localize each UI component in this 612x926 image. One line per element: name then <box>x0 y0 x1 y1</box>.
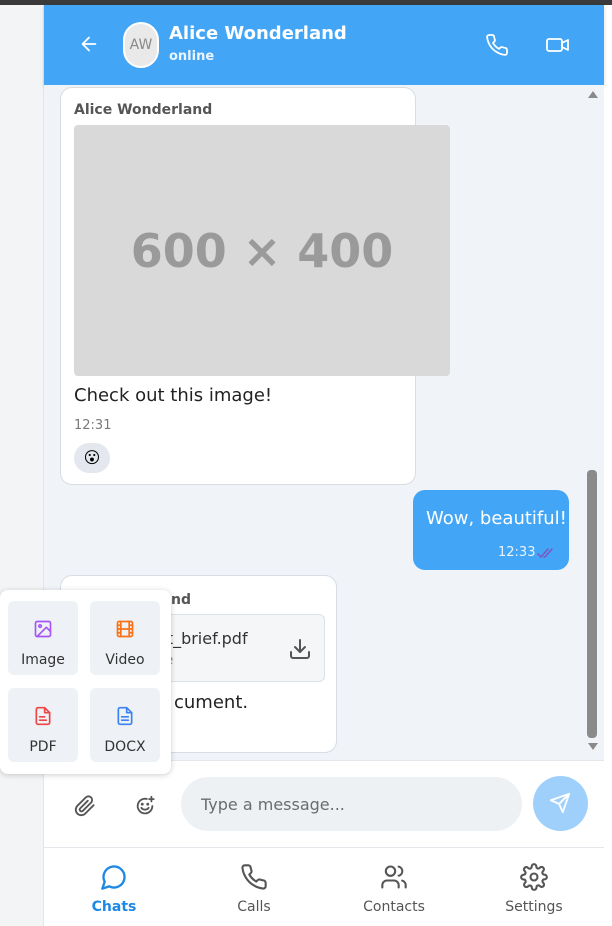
pdf-file-icon <box>35 706 51 726</box>
users-icon <box>381 865 407 889</box>
film-icon <box>116 620 134 638</box>
message-text: Wow, beautiful! <box>426 508 567 529</box>
attachment-menu: Image Video PDF DOCX <box>0 590 171 774</box>
attach-label: Image <box>21 652 65 668</box>
attach-label: PDF <box>29 739 57 755</box>
arrow-left-icon[interactable] <box>78 33 100 55</box>
nav-label: Settings <box>505 899 563 915</box>
scroll-thumb[interactable] <box>587 470 597 738</box>
page-background <box>0 5 43 926</box>
message-input[interactable] <box>181 777 522 831</box>
contact-name: Alice Wonderland <box>169 23 347 44</box>
send-button[interactable] <box>533 776 588 831</box>
attach-video-button[interactable]: Video <box>90 601 160 675</box>
attach-label: Video <box>105 652 145 668</box>
double-check-icon <box>537 548 553 558</box>
doc-file-icon <box>117 706 133 726</box>
video-camera-icon[interactable] <box>545 33 571 57</box>
attach-label: DOCX <box>104 739 146 755</box>
chat-header: AW Alice Wonderland online <box>44 5 604 85</box>
attach-pdf-button[interactable]: PDF <box>8 688 78 762</box>
phone-icon <box>241 864 267 890</box>
scroll-down-arrow[interactable] <box>588 743 598 750</box>
message-text: Check out this image! <box>74 385 273 406</box>
contact-status: online <box>169 49 215 64</box>
gear-icon <box>520 863 548 891</box>
message-image[interactable]: 600 × 400 <box>74 125 450 376</box>
nav-item-settings[interactable]: Settings <box>464 848 604 926</box>
paperclip-icon[interactable] <box>74 795 96 817</box>
incoming-message: Alice Wonderland 600 × 400 Check out thi… <box>60 87 450 485</box>
attach-docx-button[interactable]: DOCX <box>90 688 160 762</box>
file-name: ct_brief.pdf <box>158 629 248 648</box>
nav-label: Chats <box>91 899 137 915</box>
nav-label: Contacts <box>363 899 425 915</box>
scroll-up-arrow[interactable] <box>588 91 598 98</box>
send-icon <box>549 792 571 814</box>
chat-bubble-icon <box>101 865 126 890</box>
avatar[interactable]: AW <box>123 22 159 68</box>
nav-item-chats[interactable]: Chats <box>44 848 184 926</box>
message-text: cument. <box>174 692 249 713</box>
scrollbar[interactable] <box>585 85 600 760</box>
message-sender: nd <box>171 592 191 608</box>
phone-icon[interactable] <box>485 33 509 57</box>
message-time: 12:31 <box>74 418 112 433</box>
emoji-add-icon[interactable] <box>134 795 156 817</box>
outgoing-message: Wow, beautiful! 12:33 <box>413 490 569 570</box>
bottom-nav: Chats Calls Contacts Settings <box>44 847 604 926</box>
image-icon <box>34 620 52 638</box>
download-icon[interactable] <box>288 637 312 661</box>
chat-app: AW Alice Wonderland online Alice Wonderl… <box>43 5 604 926</box>
nav-item-contacts[interactable]: Contacts <box>324 848 464 926</box>
reaction-badge[interactable]: 😮 <box>74 443 110 473</box>
message-time: 12:33 <box>498 545 536 560</box>
message-sender: Alice Wonderland <box>74 102 213 118</box>
nav-label: Calls <box>237 899 271 915</box>
nav-item-calls[interactable]: Calls <box>184 848 324 926</box>
attach-image-button[interactable]: Image <box>8 601 78 675</box>
